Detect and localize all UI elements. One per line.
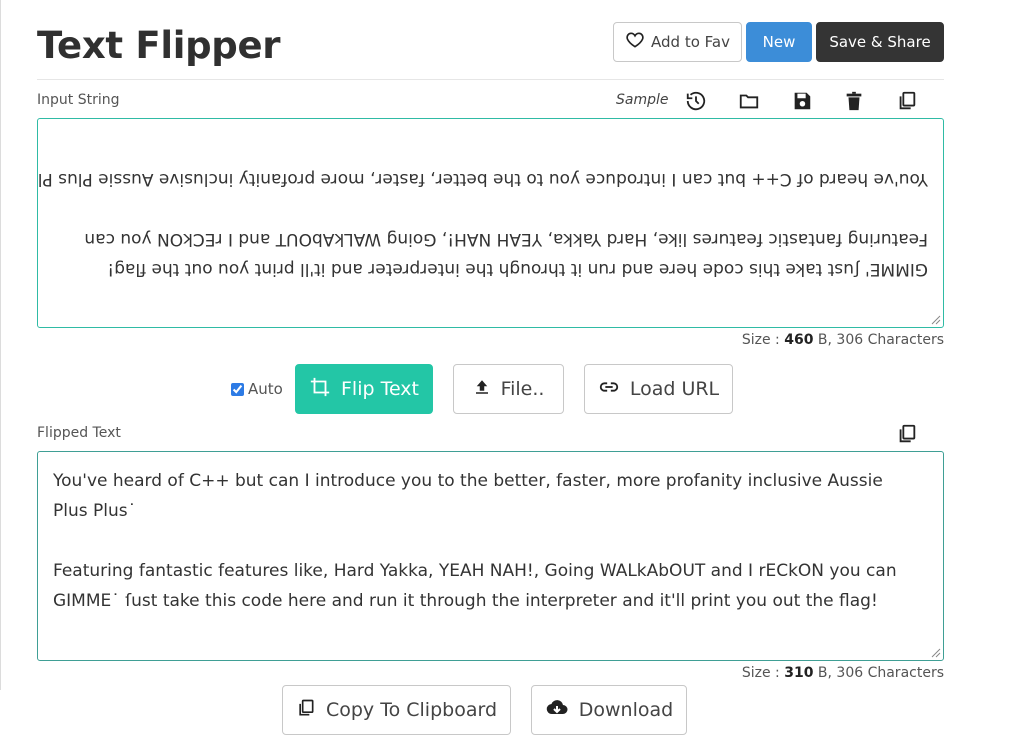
output-line: You've heard of C++ but can I introduce …	[53, 471, 883, 491]
input-string-label: Input String	[37, 92, 120, 108]
flipped-text-label: Flipped Text	[37, 425, 121, 441]
add-to-fav-button[interactable]: Add to Fav	[613, 22, 742, 62]
crop-icon	[309, 376, 331, 403]
input-size-bytes: 460	[784, 332, 814, 348]
copy-to-clipboard-button[interactable]: Copy To Clipboard	[282, 685, 511, 735]
load-url-button[interactable]: Load URL	[584, 364, 733, 414]
new-label: New	[762, 33, 796, 51]
save-and-share-button[interactable]: Save & Share	[816, 22, 944, 62]
heart-icon	[625, 30, 645, 54]
add-to-fav-label: Add to Fav	[651, 33, 730, 51]
header-divider	[37, 79, 944, 80]
copy-input-icon[interactable]	[895, 89, 919, 113]
file-button[interactable]: File..	[453, 364, 564, 414]
input-textarea[interactable]: GIMME' ʃust take this code here and run …	[37, 118, 944, 328]
page-left-border	[0, 0, 1, 690]
new-button[interactable]: New	[746, 22, 812, 62]
output-textarea[interactable]: You've heard of C++ but can I introduce …	[37, 451, 944, 661]
input-line: You've heard of C++ but can I introduce …	[37, 169, 928, 189]
folder-icon[interactable]	[737, 89, 761, 113]
output-size-info: Size : 310 B, 306 Characters	[742, 665, 944, 681]
page-title: Text Flipper	[37, 24, 281, 67]
output-size-rest: B, 306 Characters	[817, 665, 944, 681]
auto-checkbox[interactable]	[231, 382, 244, 396]
input-size-info: Size : 460 B, 306 Characters	[742, 332, 944, 348]
link-icon	[598, 376, 620, 403]
output-line: Featuring fantastic features like, Hard …	[53, 561, 897, 581]
save-icon[interactable]	[790, 89, 814, 113]
download-label: Download	[578, 699, 674, 721]
flip-text-label: Flip Text	[340, 378, 419, 400]
input-size-rest: B, 306 Characters	[817, 332, 944, 348]
flip-text-button[interactable]: Flip Text	[295, 364, 433, 414]
output-size-bytes: 310	[784, 665, 814, 681]
copy-output-icon[interactable]	[895, 422, 919, 446]
history-icon[interactable]	[684, 89, 708, 113]
output-size-label: Size :	[741, 665, 780, 681]
upload-icon	[473, 378, 491, 401]
input-line: Featuring fantastic features like, Hard …	[84, 229, 928, 249]
save-and-share-label: Save & Share	[829, 33, 931, 51]
copy-to-clipboard-label: Copy To Clipboard	[325, 699, 498, 721]
download-button[interactable]: Download	[531, 685, 687, 735]
input-size-label: Size :	[741, 332, 780, 348]
trash-icon[interactable]	[842, 89, 866, 113]
output-line: GIMME˙ ſust take this code here and run …	[53, 591, 878, 611]
file-label: File..	[500, 378, 545, 400]
auto-flip-toggle[interactable]: Auto	[231, 380, 283, 398]
resize-grip-icon[interactable]	[931, 315, 941, 325]
input-line: GIMME' ʃust take this code here and run …	[107, 259, 928, 279]
resize-grip-icon[interactable]	[931, 648, 941, 658]
sample-link[interactable]: Sample	[616, 92, 669, 108]
cloud-download-icon	[545, 696, 569, 725]
auto-label: Auto	[248, 380, 283, 398]
load-url-label: Load URL	[629, 378, 720, 400]
output-line: Plus Plus˙	[53, 501, 137, 521]
copy-icon	[296, 698, 316, 723]
